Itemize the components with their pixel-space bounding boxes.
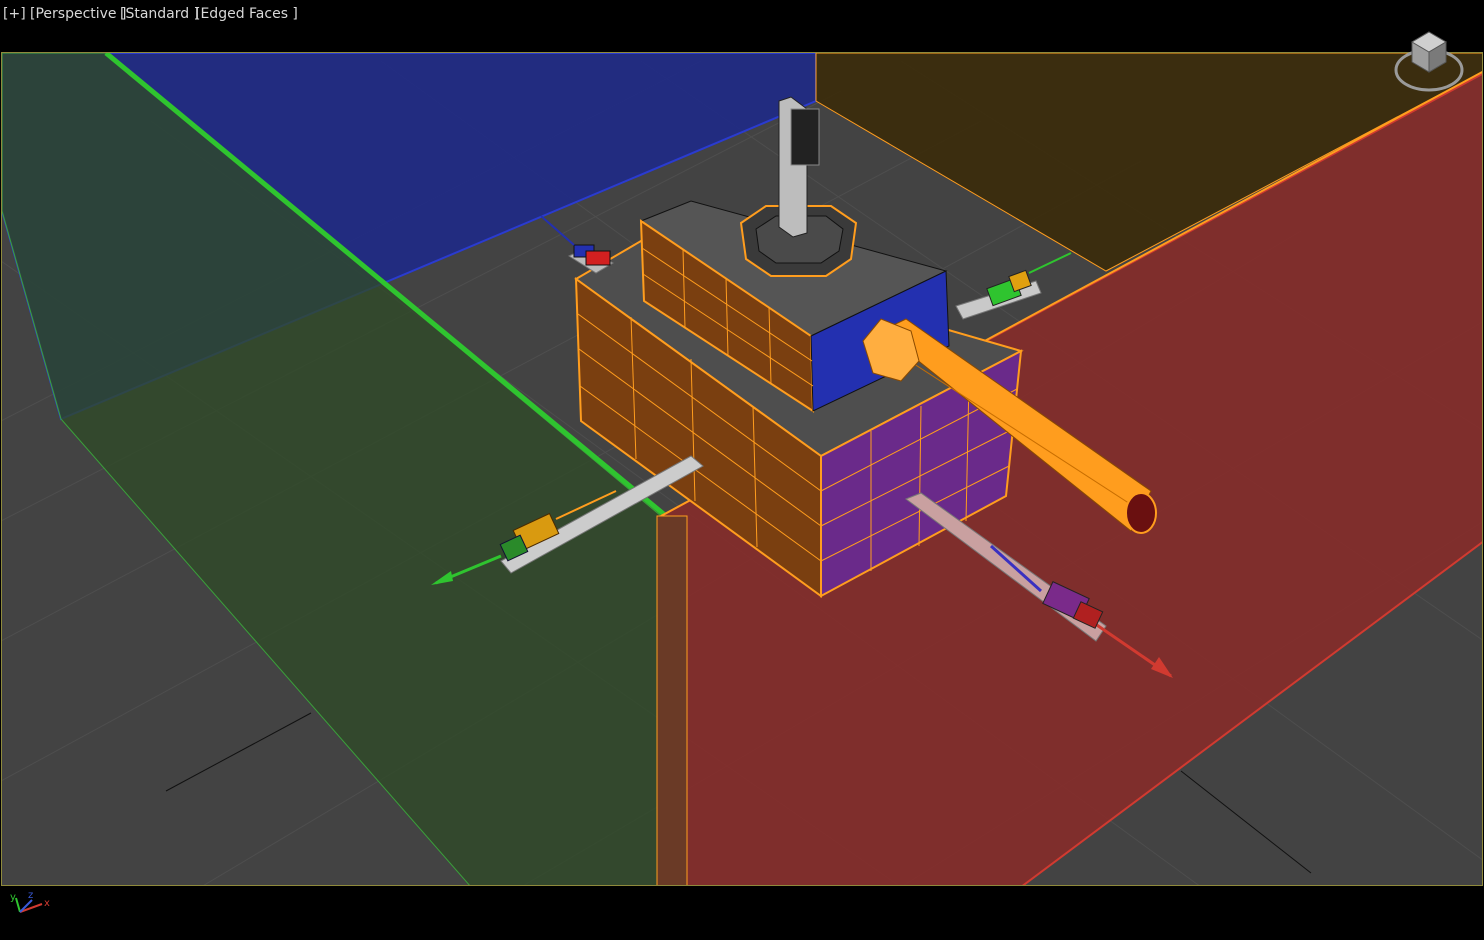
axis-y-label: y — [10, 892, 16, 903]
axis-x-label: x — [44, 898, 50, 909]
axis-tripod-icon: x y z — [6, 888, 56, 918]
back-left-slider-gizmo[interactable] — [540, 215, 615, 274]
viewport-label-bar: [+] [Perspective ] [Standard ] [Edged Fa… — [0, 0, 1484, 52]
view-type-label[interactable]: [Perspective ] — [30, 6, 126, 22]
viewport-menu-label[interactable]: [+] — [3, 6, 26, 22]
scene-canvas[interactable] — [2, 53, 1483, 886]
perspective-viewport[interactable] — [1, 52, 1483, 886]
red-plane-side — [656, 515, 688, 885]
axis-z-label: z — [28, 890, 33, 901]
viewcube-icon[interactable] — [1392, 28, 1466, 94]
bottom-bar — [0, 886, 1484, 940]
edged-faces-label[interactable]: [Edged Faces ] — [195, 6, 298, 22]
shading-mode-label[interactable]: [Standard ] — [120, 6, 199, 22]
